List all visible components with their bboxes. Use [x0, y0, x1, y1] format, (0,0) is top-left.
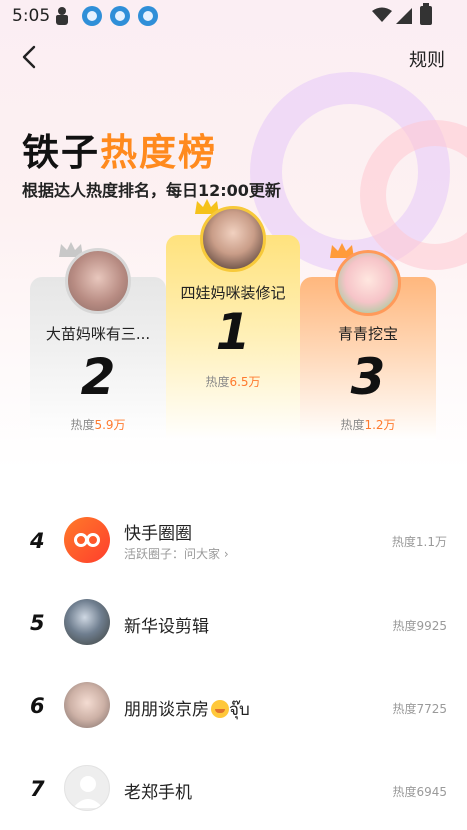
- active-circle-link[interactable]: 活跃圈子：问大家 ›: [124, 545, 229, 562]
- heat-value: 5.9万: [94, 418, 126, 432]
- row-heat: 热度9925: [392, 619, 447, 633]
- signal-icon: [396, 8, 412, 24]
- infinity-icon: [74, 533, 100, 547]
- row-name: 老郑手机: [124, 783, 192, 803]
- row-name: 朋朋谈京房 จุ๊บ: [124, 695, 250, 723]
- row-rank: 4: [30, 529, 45, 553]
- status-time: 5:05: [12, 6, 51, 26]
- app-notification-icon: [138, 6, 158, 26]
- podium-name-1: 四娃妈咪装修记: [180, 284, 286, 302]
- avatar-rank-3[interactable]: [335, 250, 401, 316]
- podium-rank-3: 3: [350, 348, 386, 406]
- heat-label: 热度: [205, 375, 230, 389]
- avatar: [64, 599, 110, 645]
- rules-button[interactable]: 规则: [409, 46, 445, 72]
- row-heat: 热度1.1万: [391, 535, 447, 549]
- avatar: [64, 682, 110, 728]
- list-item[interactable]: 4 快手圈圈 活跃圈子：问大家 › 热度1.1万: [0, 500, 467, 582]
- avatar-rank-1[interactable]: [200, 206, 266, 272]
- list-item[interactable]: 7 老郑手机 热度6945: [0, 748, 467, 830]
- podium-heat-3: 热度1.2万: [300, 416, 436, 433]
- podium-heat-2: 热度5.9万: [30, 416, 166, 433]
- blushing-emoji-icon: [211, 700, 229, 718]
- heat-value: 1.2万: [364, 418, 396, 432]
- chevron-left-icon: [22, 45, 36, 69]
- podium-rank-2: 2: [80, 348, 116, 406]
- app-notification-icon: [82, 6, 102, 26]
- row-heat: 热度6945: [392, 785, 447, 799]
- podium-name-2: 大苗妈咪有三...: [45, 325, 151, 343]
- list-item[interactable]: 5 新华设剪辑 热度9925: [0, 582, 467, 664]
- title-part-orange: 热度榜: [100, 131, 217, 174]
- battery-icon: [420, 3, 432, 25]
- app-notification-icon: [110, 6, 130, 26]
- title-part-black: 铁子: [22, 131, 100, 174]
- row-rank: 5: [30, 611, 45, 635]
- person-silhouette-icon: [73, 776, 103, 808]
- row-name: 新华设剪辑: [124, 617, 209, 637]
- heat-value: 6.5万: [229, 375, 261, 389]
- lock-icon: [56, 7, 68, 25]
- row-heat: 热度7725: [392, 702, 447, 716]
- list-item[interactable]: 6 朋朋谈京房 จุ๊บ 热度7725: [0, 665, 467, 747]
- default-avatar-icon: [64, 765, 110, 811]
- wifi-icon: [372, 7, 392, 22]
- heat-label: 热度: [340, 418, 365, 432]
- status-bar: 5:05: [0, 0, 467, 32]
- row-rank: 7: [30, 777, 45, 801]
- back-button[interactable]: [18, 44, 42, 70]
- podium-heat-1: 热度6.5万: [166, 373, 300, 390]
- row-name-text: 朋朋谈京房: [124, 700, 209, 720]
- page-subtitle: 根据达人热度排名，每日12:00更新: [22, 181, 281, 200]
- kuaishou-circle-logo: [64, 517, 110, 563]
- heat-label: 热度: [70, 418, 95, 432]
- podium-name-3: 青青挖宝: [337, 325, 398, 343]
- row-name-suffix: จุ๊บ: [229, 700, 250, 720]
- podium-rank-1: 1: [215, 303, 251, 361]
- row-name: 快手圈圈: [124, 524, 192, 544]
- avatar-rank-2[interactable]: [65, 248, 131, 314]
- page-title: 铁子热度榜: [22, 122, 217, 176]
- row-rank: 6: [30, 694, 45, 718]
